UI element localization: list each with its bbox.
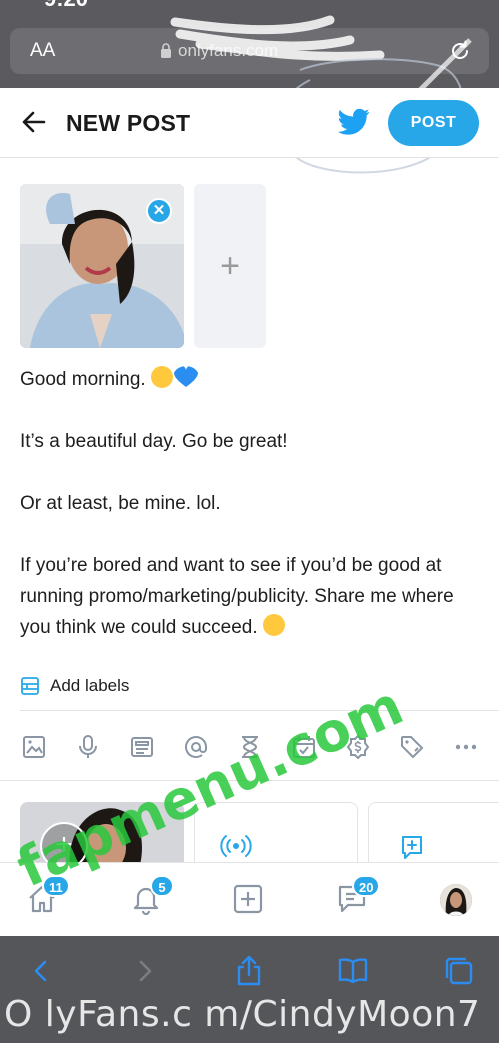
post-line-3: Or at least, be mine. lol.: [20, 493, 221, 514]
poll-icon[interactable]: [128, 733, 156, 761]
add-labels-label: Add labels: [50, 676, 130, 695]
divider: [20, 710, 499, 711]
post-button[interactable]: POST: [388, 100, 479, 146]
blue-heart-icon: [173, 366, 199, 387]
post-line-2: It’s a beautiful day. Go be great!: [20, 431, 288, 452]
new-post-icon: [402, 836, 422, 859]
nav-messages[interactable]: 20: [336, 875, 381, 919]
smiling-emoji-icon: [150, 366, 173, 388]
reload-icon[interactable]: [447, 38, 473, 64]
text-size-button[interactable]: AA: [30, 40, 55, 62]
page-title: NEW POST: [66, 110, 191, 136]
remove-media-button[interactable]: ✕: [146, 198, 172, 224]
tabs-icon[interactable]: [442, 954, 476, 988]
nav-add-post[interactable]: [232, 883, 268, 919]
add-labels-row[interactable]: Add labels: [20, 674, 129, 698]
browser-top-bar: 9:20 AA onlyfans.com: [0, 0, 499, 88]
profile-avatar[interactable]: [440, 884, 472, 916]
url-watermark: O lyFans.c m/CindyMoon7: [4, 994, 481, 1035]
add-media-button[interactable]: +: [194, 184, 266, 348]
tag-icon[interactable]: [398, 733, 426, 761]
lock-icon: [161, 43, 171, 58]
twitter-icon[interactable]: [338, 108, 370, 136]
url-text[interactable]: onlyfans.com: [178, 41, 278, 61]
live-stream-icon: [220, 835, 252, 857]
back-arrow-icon[interactable]: [20, 108, 48, 136]
share-icon[interactable]: [232, 954, 266, 988]
add-post-icon: [233, 884, 263, 914]
smiling-hearts-emoji-icon: [262, 614, 285, 636]
post-line-4: If you’re bored and want to see if you’d…: [20, 555, 454, 638]
messages-badge: 20: [352, 875, 381, 897]
post-text-area[interactable]: Good morning. It’s a beautiful day. Go b…: [20, 364, 480, 674]
browser-back-icon[interactable]: [24, 954, 58, 988]
new-post-header: NEW POST POST: [0, 88, 499, 158]
more-icon[interactable]: [452, 733, 480, 761]
status-time: 9:20: [44, 0, 88, 12]
notifications-badge: 5: [150, 875, 174, 897]
post-line-1: Good morning.: [20, 369, 146, 390]
avatar-photo: [440, 884, 472, 916]
nav-notifications[interactable]: 5: [130, 875, 174, 919]
bookmarks-icon[interactable]: [336, 954, 370, 988]
labels-icon: [21, 677, 39, 695]
microphone-icon[interactable]: [74, 733, 102, 761]
browser-forward-icon[interactable]: [128, 954, 162, 988]
image-icon[interactable]: [20, 733, 48, 761]
url-bar[interactable]: AA onlyfans.com: [10, 28, 489, 74]
